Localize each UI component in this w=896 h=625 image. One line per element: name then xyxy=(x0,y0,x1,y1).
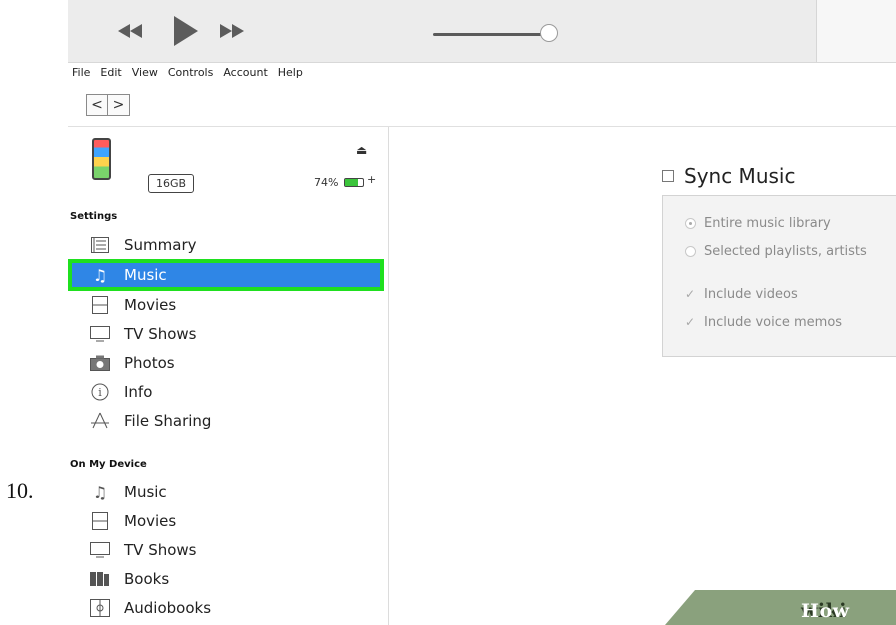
option-label: Include videos xyxy=(704,287,798,302)
file-sharing-icon xyxy=(90,411,110,431)
sidebar-item-info[interactable]: i Info xyxy=(90,378,390,406)
tv-icon xyxy=(90,540,110,560)
sidebar-item-label: TV Shows xyxy=(124,541,197,559)
sidebar-item-music-selected[interactable]: ♫ Music xyxy=(68,259,384,291)
on-my-device-header: On My Device xyxy=(70,459,147,470)
sidebar: 16GB ⏏ 74% + Settings Summary ♫ Music Mov… xyxy=(68,127,389,625)
playback-toolbar xyxy=(68,0,896,63)
sync-music-title: Sync Music xyxy=(684,164,796,188)
step-number: 10. xyxy=(6,478,34,503)
music-note-icon: ♫ xyxy=(92,482,108,502)
charging-indicator: + xyxy=(367,173,377,186)
sidebar-item-label: Music xyxy=(124,483,167,501)
sidebar-item-file-sharing[interactable]: File Sharing xyxy=(90,407,390,435)
menu-view[interactable]: View xyxy=(128,64,164,86)
menu-controls[interactable]: Controls xyxy=(164,64,220,86)
books-icon xyxy=(90,569,110,589)
option-label: Include voice memos xyxy=(704,315,843,330)
sync-music-row[interactable]: Sync Music xyxy=(662,164,795,188)
tv-icon xyxy=(90,324,110,344)
sync-music-checkbox[interactable] xyxy=(662,170,674,182)
svg-text:i: i xyxy=(98,386,102,399)
watermark-how: How xyxy=(801,600,850,622)
toolbar-display-area xyxy=(816,0,896,62)
eject-icon[interactable]: ⏏ xyxy=(356,143,367,157)
film-icon xyxy=(90,295,110,315)
forward-button[interactable]: > xyxy=(108,94,130,116)
menu-edit[interactable]: Edit xyxy=(96,64,127,86)
sidebar-item-label: Summary xyxy=(124,236,197,254)
back-button[interactable]: < xyxy=(86,94,108,116)
volume-slider[interactable] xyxy=(433,33,543,36)
option-label: Entire music library xyxy=(704,216,831,231)
menu-bar: File Edit View Controls Account Help xyxy=(68,64,309,86)
sidebar-item-movies[interactable]: Movies xyxy=(90,291,390,319)
sidebar-item-label: Music xyxy=(124,266,167,284)
sidebar-item-label: Books xyxy=(124,570,170,588)
music-note-icon: ♫ xyxy=(92,265,108,285)
device-item-music[interactable]: ♫ Music xyxy=(90,478,390,506)
radio-selected-playlists[interactable] xyxy=(685,246,696,257)
info-icon: i xyxy=(90,382,110,402)
menu-account[interactable]: Account xyxy=(219,64,273,86)
audiobooks-icon xyxy=(90,598,110,618)
capacity-badge: 16GB xyxy=(148,174,195,193)
sidebar-item-label: TV Shows xyxy=(124,325,197,343)
rewind-icon[interactable] xyxy=(118,24,142,38)
sidebar-item-tv-shows[interactable]: TV Shows xyxy=(90,320,390,348)
main-content: Sync Music Entire music library Selected… xyxy=(390,127,896,625)
volume-knob[interactable] xyxy=(540,24,558,42)
device-item-books[interactable]: Books xyxy=(90,565,390,593)
sidebar-item-label: Movies xyxy=(124,512,177,530)
option-label: Selected playlists, artists xyxy=(704,244,867,259)
option-include-videos[interactable]: ✓ Include videos xyxy=(685,287,798,302)
film-icon xyxy=(90,511,110,531)
sidebar-item-summary[interactable]: Summary xyxy=(90,231,390,259)
camera-icon xyxy=(90,353,110,373)
sidebar-item-label: File Sharing xyxy=(124,412,212,430)
sidebar-item-photos[interactable]: Photos xyxy=(90,349,390,377)
play-icon[interactable] xyxy=(174,16,198,46)
sidebar-item-label: Info xyxy=(124,383,153,401)
menu-help[interactable]: Help xyxy=(274,64,309,86)
option-selected-playlists[interactable]: Selected playlists, artists xyxy=(685,244,867,259)
option-include-voice-memos[interactable]: ✓ Include voice memos xyxy=(685,315,842,330)
sidebar-item-label: Photos xyxy=(124,354,175,372)
nav-buttons: < > xyxy=(86,94,130,116)
menu-file[interactable]: File xyxy=(68,64,96,86)
device-item-tv-shows[interactable]: TV Shows xyxy=(90,536,390,564)
option-entire-library[interactable]: Entire music library xyxy=(685,216,831,231)
sidebar-item-label: Movies xyxy=(124,296,177,314)
radio-entire-library[interactable] xyxy=(685,218,696,229)
battery-percent: 74% xyxy=(314,176,339,189)
fast-forward-icon[interactable] xyxy=(220,24,244,38)
device-item-movies[interactable]: Movies xyxy=(90,507,390,535)
device-item-audiobooks[interactable]: Audiobooks xyxy=(90,594,390,622)
iphone-device-icon[interactable] xyxy=(92,138,111,180)
checkmark-icon[interactable]: ✓ xyxy=(685,316,696,328)
battery-icon xyxy=(344,178,364,187)
wikihow-watermark: wiki How xyxy=(665,590,896,625)
settings-header: Settings xyxy=(70,211,118,222)
sync-options-panel: Entire music library Selected playlists,… xyxy=(662,195,896,357)
checkmark-icon[interactable]: ✓ xyxy=(685,288,696,300)
itunes-window: File Edit View Controls Account Help < >… xyxy=(68,0,896,625)
summary-icon xyxy=(90,235,110,255)
sidebar-item-label: Audiobooks xyxy=(124,599,212,617)
